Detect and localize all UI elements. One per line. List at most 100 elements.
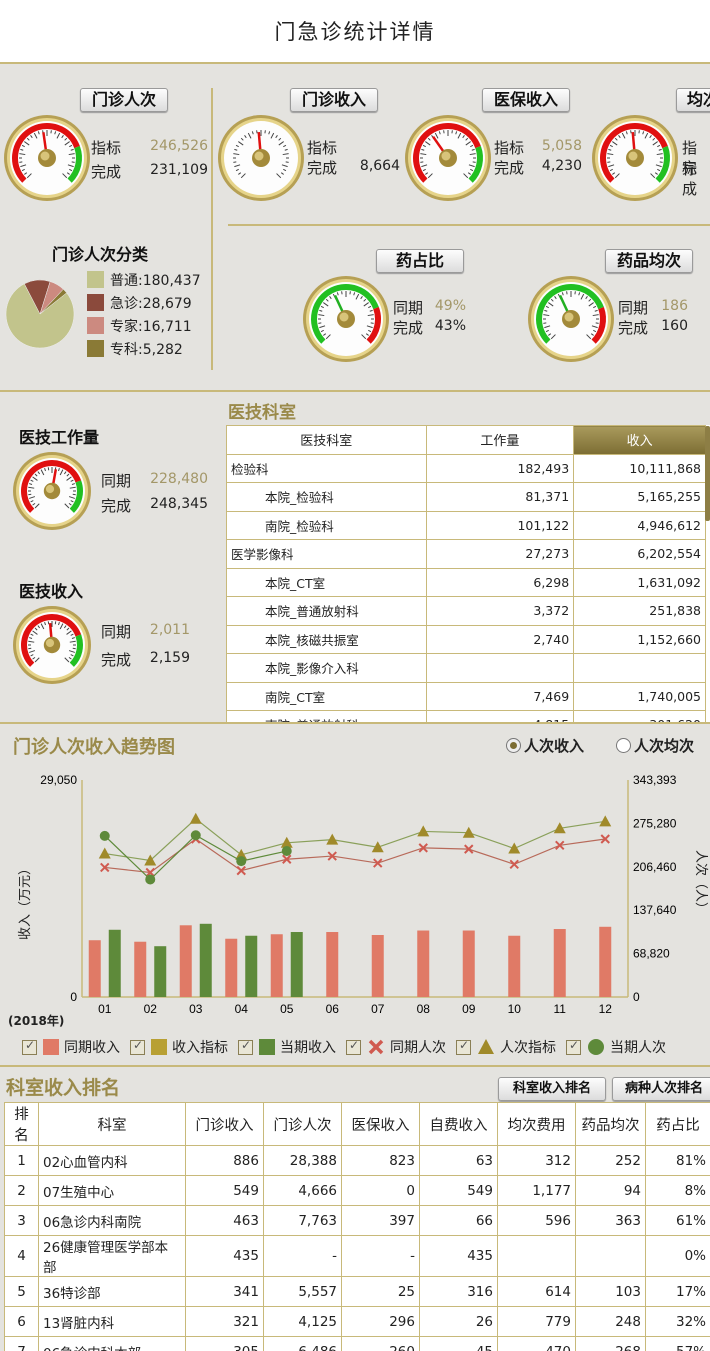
column-header[interactable]: 医保收入: [341, 1102, 420, 1146]
table-row[interactable]: 4 26健康管理医学部本部 435- -435 0%: [4, 1235, 710, 1277]
column-header[interactable]: 均次费用: [497, 1102, 576, 1146]
drug-ratio-button[interactable]: 药占比: [376, 249, 464, 273]
data-point: [236, 856, 247, 867]
table-row[interactable]: 南院_CT室 7,469 1,740,005: [226, 681, 706, 711]
trend-title: 门诊人次收入趋势图: [13, 737, 175, 758]
done-value: 8,664: [359, 158, 400, 174]
table-cell: 1,177: [497, 1175, 576, 1206]
legend-item[interactable]: 同期收入: [22, 1037, 120, 1057]
checkbox-icon[interactable]: [456, 1038, 471, 1055]
table-cell: 本院_CT室: [226, 567, 427, 597]
x-tick-label: 06: [326, 1002, 340, 1016]
legend-item: 普通:180,437: [87, 268, 201, 291]
tech-dept-table-wrap[interactable]: 医技科室 工作量 收入 检验科 182,493 10,111,868 本院_检验科 81,3…: [226, 425, 710, 722]
table-cell: 463: [185, 1205, 264, 1236]
outpatient-income-gauge: [216, 113, 306, 207]
table-row[interactable]: 2 07生殖中心 549 4,666 0 549 1,177 94 8%: [4, 1175, 710, 1206]
table-cell: 182,493: [425, 453, 575, 483]
page-title: 门急诊统计详情: [0, 0, 710, 62]
x-tick-label: 09: [462, 1002, 476, 1016]
legend-item[interactable]: 同期人次: [346, 1037, 446, 1057]
radio-checked-icon: [506, 738, 521, 753]
column-header[interactable]: 收入: [573, 425, 706, 455]
table-cell: [573, 653, 706, 683]
table-cell: 5,165,255: [573, 482, 706, 512]
column-header[interactable]: 医技科室: [226, 425, 427, 455]
column-header[interactable]: 门诊收入: [185, 1102, 264, 1146]
income-radio[interactable]: 人次收入: [506, 735, 584, 756]
legend-item[interactable]: 当期人次: [566, 1037, 666, 1057]
data-point: [190, 830, 201, 841]
scrollbar[interactable]: [705, 426, 710, 521]
checkbox-icon[interactable]: [22, 1038, 37, 1055]
outpatient-visits-button[interactable]: 门诊人次: [80, 88, 168, 112]
legend-item[interactable]: 收入指标: [130, 1037, 228, 1057]
checkbox-icon[interactable]: [566, 1038, 581, 1055]
drug-avg-button[interactable]: 药品均次: [605, 249, 693, 273]
outpatient-income-button[interactable]: 门诊收入: [290, 88, 378, 112]
bar: [462, 930, 475, 997]
table-cell: 296: [341, 1306, 420, 1337]
table-cell: 6,486: [263, 1336, 342, 1351]
table-cell: 检验科: [226, 453, 427, 483]
table-row[interactable]: 1 02心血管内科 886 28,388 823 63 312 252 81%: [4, 1145, 710, 1176]
target-label: 指标: [307, 139, 338, 157]
table-cell: 1,631,092: [573, 567, 706, 597]
table-cell: 101,122: [425, 510, 575, 540]
left-tick-label: 29,050: [40, 773, 77, 787]
legend-item[interactable]: 当期收入: [238, 1037, 336, 1057]
table-row[interactable]: 南院_检验科 101,122 4,946,612: [226, 510, 706, 540]
bar: [417, 930, 430, 997]
avg-cost-button[interactable]: 均次: [676, 88, 710, 112]
table-row[interactable]: 本院_影像介入科: [226, 653, 706, 683]
radio-unchecked-icon: [616, 738, 631, 753]
x-tick-label: 03: [189, 1002, 203, 1016]
table-cell: 63: [419, 1145, 498, 1176]
table-row[interactable]: 本院_CT室 6,298 1,631,092: [226, 567, 706, 597]
table-cell: 251,838: [573, 596, 706, 626]
table-row[interactable]: 5 36特诊部 341 5,557 25 316 614 103 17%: [4, 1276, 710, 1307]
table-row[interactable]: 本院_普通放射科 3,372 251,838: [226, 596, 706, 626]
table-row[interactable]: 本院_检验科 81,371 5,165,255: [226, 482, 706, 512]
checkbox-icon[interactable]: [238, 1038, 253, 1055]
checkbox-icon[interactable]: [346, 1038, 361, 1055]
table-cell: 470: [497, 1336, 576, 1351]
dept-rank-button[interactable]: 科室收入排名: [498, 1077, 606, 1101]
table-row[interactable]: 医学影像科 27,273 6,202,554: [226, 539, 706, 569]
category-pie-chart: [4, 278, 76, 354]
table-cell: [497, 1235, 576, 1277]
column-header[interactable]: 排名: [4, 1102, 39, 1146]
bar: [553, 929, 566, 997]
table-cell: 4,946,612: [573, 510, 706, 540]
table-row[interactable]: 6 13肾脏内科 321 4,125 296 26 779 248 32%: [4, 1306, 710, 1337]
column-header[interactable]: 工作量: [425, 425, 575, 455]
bar: [326, 932, 339, 997]
table-row[interactable]: 检验科 182,493 10,111,868: [226, 453, 706, 483]
column-header[interactable]: 科室: [38, 1102, 186, 1146]
column-header[interactable]: 药品均次: [575, 1102, 646, 1146]
legend-label: 当期收入: [280, 1040, 336, 1056]
bar: [179, 925, 192, 997]
column-header[interactable]: 门诊人次: [263, 1102, 342, 1146]
table-row[interactable]: 706急诊内科本部3056,4862604547026857%: [4, 1336, 710, 1351]
legend-item[interactable]: 人次指标: [456, 1037, 556, 1057]
column-header[interactable]: 自费收入: [419, 1102, 498, 1146]
checkbox-icon[interactable]: [130, 1038, 145, 1055]
disease-rank-button[interactable]: 病种人次排名: [612, 1077, 710, 1101]
done-value: 160: [661, 318, 688, 334]
table-row[interactable]: 南院_普通放射科4,815301,620: [226, 710, 706, 722]
table-cell: 南院_普通放射科: [226, 710, 427, 722]
divider: [0, 722, 710, 724]
table-cell: 3,372: [425, 596, 575, 626]
tech-workload-title: 医技工作量: [19, 428, 100, 447]
avg-radio[interactable]: 人次均次: [616, 735, 694, 756]
table-row[interactable]: 3 06急诊内科南院 463 7,763 397 66 596 363 61%: [4, 1205, 710, 1236]
insurance-income-button[interactable]: 医保收入: [482, 88, 570, 112]
table-row[interactable]: 本院_核磁共振室 2,740 1,152,660: [226, 624, 706, 654]
year-label: (2018年): [8, 1014, 65, 1028]
column-header[interactable]: 药占比: [645, 1102, 710, 1146]
table-cell: 26健康管理医学部本部: [38, 1235, 186, 1277]
data-point: [189, 812, 202, 824]
rank-table-wrap[interactable]: 排名 科室 门诊收入 门诊人次 医保收入 自费收入 均次费用 药品均次 药占比 1 02心血管内科…: [4, 1102, 710, 1351]
legend-swatch: [151, 1039, 167, 1055]
